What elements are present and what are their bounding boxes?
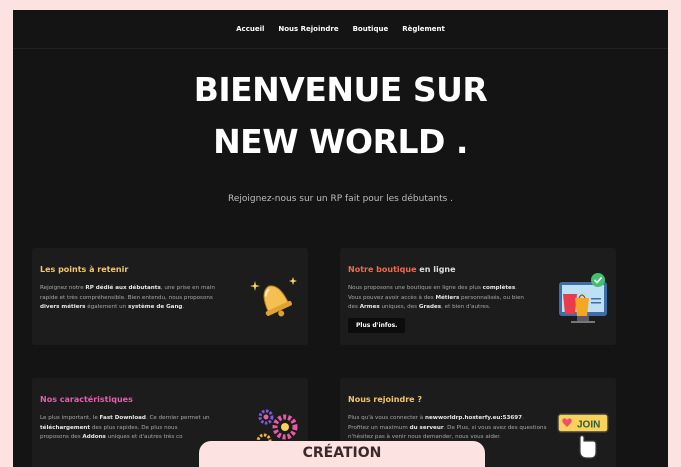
card-points-title: Les points à retenir <box>40 265 129 274</box>
card-text-line: des Armes uniques, des Grades, et bien d… <box>348 304 491 310</box>
highlight-text: complètes <box>482 285 516 291</box>
hero-title-line1: BIENVENUE SUR <box>193 70 488 109</box>
card-shop-title-a: Notre boutique <box>348 265 417 274</box>
card-text-line: Plus qu'à vous connecter à newworldrp.ho… <box>348 415 524 421</box>
hero-subtitle: Rejoignez-nous sur un RP fait pour les d… <box>227 194 454 204</box>
nav-nous-rejoindre[interactable]: Nous Rejoindre <box>278 25 338 33</box>
highlight-text: divers métiers <box>40 304 86 310</box>
card-shop: Notre boutique en ligne Nous proposons u… <box>340 248 616 345</box>
shopping-bag-icon <box>559 273 607 323</box>
creation-tab: CRÉATION <box>199 441 485 467</box>
highlight-text: Addons <box>82 434 106 440</box>
highlight-text: Métiers <box>435 294 460 301</box>
highlight-text: téléchargement <box>40 424 91 431</box>
highlight-text: Armes <box>359 304 380 310</box>
highlight-text: RP dédié aux débutants <box>85 285 161 291</box>
join-badge-text: JOIN <box>577 420 600 431</box>
highlight-text: système de Gang <box>127 304 183 310</box>
card-text-line: Le plus important, le Fast Download. Ce … <box>40 415 210 421</box>
highlight-text: Fast Download <box>99 415 146 421</box>
highlight-text: Grades <box>418 304 442 310</box>
card-join-text: Plus qu'à vous connecter à newworldrp.ho… <box>348 414 546 443</box>
nav-accueil[interactable]: Accueil <box>236 25 264 33</box>
card-text-line: Vous pouvez avoir accès à des Métiers pe… <box>348 294 524 301</box>
card-shop-title: Notre boutique en ligne <box>348 265 456 274</box>
card-text-line: rapide et très compréhensible. Bien ente… <box>40 294 213 301</box>
card-shop-title-b: en ligne <box>416 265 456 274</box>
hero-title-line2: NEW WORLD . <box>213 122 468 161</box>
card-text-line: divers métiers également un système de G… <box>40 304 185 310</box>
card-join-title: Nous rejoindre ? <box>348 395 423 404</box>
card-points-text: Rejoignez notre RP dédié aux débutants, … <box>40 284 215 313</box>
nav-boutique[interactable]: Boutique <box>353 25 389 33</box>
card-text-line: Rejoignez notre RP dédié aux débutants, … <box>40 285 215 291</box>
highlight-text: du serveur <box>409 424 444 431</box>
nav-reglement[interactable]: Règlement <box>402 25 445 33</box>
top-nav: Accueil Nous Rejoindre Boutique Règlemen… <box>13 10 668 49</box>
highlight-text: newworldrp.hosterfy.eu:53697 <box>425 415 523 421</box>
card-text-line: proposons des Addons uniques et d'autres… <box>40 434 183 440</box>
more-info-button[interactable]: Plus d'infos. <box>348 318 406 333</box>
card-text-line: Profitez un maximum du serveur. De Plus,… <box>348 424 547 431</box>
card-points: Les points à retenir Rejoignez notre RP … <box>32 248 308 345</box>
website-frame: Accueil Nous Rejoindre Boutique Règlemen… <box>13 10 668 467</box>
card-features-text: Le plus important, le Fast Download. Ce … <box>40 414 210 443</box>
card-features-title: Nos caractéristiques <box>40 395 133 404</box>
bell-icon <box>250 277 297 317</box>
card-text-line: Nous proposons une boutique en ligne des… <box>348 285 517 291</box>
join-badge-icon: JOIN <box>557 413 609 459</box>
card-shop-text: Nous proposons une boutique en ligne des… <box>348 284 524 313</box>
card-text-line: téléchargement des plus rapides. De plus… <box>40 424 178 431</box>
